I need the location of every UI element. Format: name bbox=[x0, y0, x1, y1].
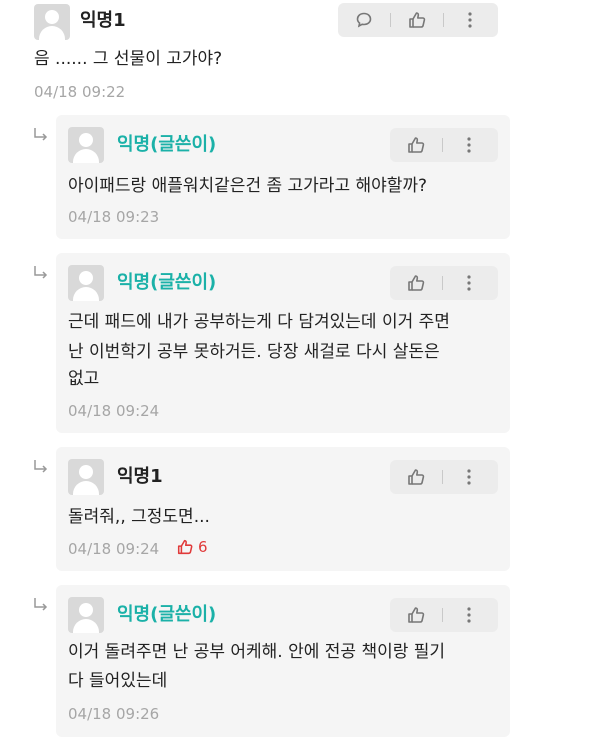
comment-actions bbox=[338, 3, 498, 37]
reply-text-line: 근데 패드에 내가 공부하는게 다 담겨있는데 이거 주면 bbox=[68, 312, 450, 332]
more-button[interactable] bbox=[444, 3, 496, 37]
reply-author: 익명(글쓴이) bbox=[117, 272, 217, 293]
reply-text-line: 아이패드랑 애플워치같은건 좀 고가라고 해야할까? bbox=[68, 176, 428, 196]
comment-time: 04/18 09:22 bbox=[34, 83, 126, 101]
avatar bbox=[68, 265, 104, 301]
reply-arrow-icon bbox=[34, 598, 48, 611]
reply-time: 04/18 09:24 bbox=[68, 540, 160, 558]
more-vertical-icon bbox=[467, 275, 471, 291]
reply-time: 04/18 09:24 bbox=[68, 402, 160, 420]
like-count: 6 bbox=[176, 538, 208, 556]
reply-author: 익명(글쓴이) bbox=[117, 604, 217, 625]
thumbs-up-icon bbox=[408, 607, 425, 623]
thumbs-up-icon bbox=[408, 469, 425, 485]
reply-actions bbox=[390, 598, 498, 632]
reply-text-line: 없고 bbox=[68, 369, 100, 389]
like-button[interactable] bbox=[390, 266, 442, 300]
more-vertical-icon bbox=[467, 607, 471, 623]
speech-bubble-icon bbox=[356, 12, 372, 28]
more-vertical-icon bbox=[467, 137, 471, 153]
like-count-value: 6 bbox=[198, 538, 208, 556]
more-button[interactable] bbox=[443, 460, 495, 494]
comment-author: 익명1 bbox=[80, 10, 126, 31]
like-button[interactable] bbox=[391, 3, 443, 37]
more-vertical-icon bbox=[468, 12, 472, 28]
reply-button[interactable] bbox=[338, 3, 390, 37]
reply-arrow-icon bbox=[34, 266, 48, 279]
reply-arrow-icon bbox=[34, 128, 48, 141]
thumbs-up-icon bbox=[408, 275, 425, 291]
like-button[interactable] bbox=[390, 128, 442, 162]
reply-card: 익명(글쓴이) 이거 돌려주면 난 공부 어케해. 안에 전공 책이랑 필기 다… bbox=[56, 585, 510, 737]
reply-text-line: 이거 돌려주면 난 공부 어케해. 안에 전공 책이랑 필기 bbox=[68, 642, 446, 662]
reply-time: 04/18 09:23 bbox=[68, 208, 160, 226]
reply-text-line: 난 이번학기 공부 못하거든. 당장 새걸로 다시 살돈은 bbox=[68, 342, 440, 362]
more-button[interactable] bbox=[443, 598, 495, 632]
avatar bbox=[68, 459, 104, 495]
thumbs-up-icon bbox=[409, 12, 426, 28]
reply-card: 익명(글쓴이) 아이패드랑 애플워치같은건 좀 고가라고 해야할까? 04/18… bbox=[56, 115, 510, 239]
reply-text-line: 돌려줘,, 그정도면... bbox=[68, 507, 210, 527]
reply-card: 익명(글쓴이) 근데 패드에 내가 공부하는게 다 담겨있는데 이거 주면 난 … bbox=[56, 253, 510, 433]
avatar bbox=[68, 597, 104, 633]
comment-text: 음 ...... 그 선물이 고가야? bbox=[34, 49, 223, 69]
like-button[interactable] bbox=[390, 460, 442, 494]
reply-card: 익명1 돌려줘,, 그정도면... 04/18 09:24 6 bbox=[56, 447, 510, 571]
more-button[interactable] bbox=[443, 266, 495, 300]
thumbs-up-icon bbox=[408, 137, 425, 153]
more-button[interactable] bbox=[443, 128, 495, 162]
reply-text-line: 다 들어있는데 bbox=[68, 671, 168, 691]
reply-time: 04/18 09:26 bbox=[68, 705, 160, 723]
reply-actions bbox=[390, 128, 498, 162]
reply-author: 익명1 bbox=[117, 466, 163, 487]
more-vertical-icon bbox=[467, 469, 471, 485]
reply-actions bbox=[390, 460, 498, 494]
reply-author: 익명(글쓴이) bbox=[117, 134, 217, 155]
thumbs-up-icon bbox=[177, 539, 193, 555]
like-button[interactable] bbox=[390, 598, 442, 632]
avatar bbox=[34, 4, 70, 40]
avatar bbox=[68, 127, 104, 163]
reply-actions bbox=[390, 266, 498, 300]
reply-arrow-icon bbox=[34, 460, 48, 473]
